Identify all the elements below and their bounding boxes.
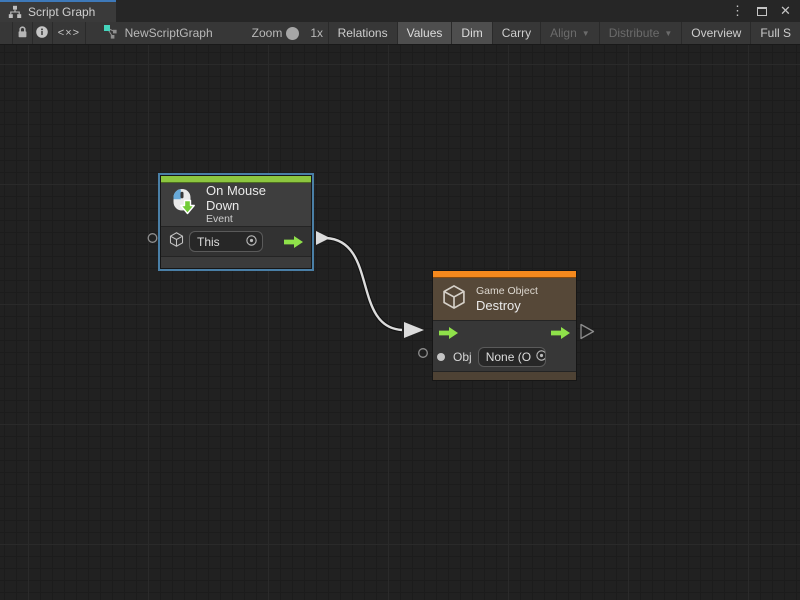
destroy-obj-port[interactable] (419, 349, 428, 358)
node-flow-row (433, 320, 576, 345)
graph-info-section: NewScriptGraph Zoom 1x (86, 22, 328, 44)
code-icon: <×> (58, 27, 80, 39)
tab-strip: Script Graph ⋮ ✕ (0, 0, 800, 22)
close-icon[interactable]: ✕ (777, 2, 794, 20)
maximize-icon[interactable] (753, 2, 770, 20)
graph-hierarchy-icon (8, 5, 22, 19)
object-picker-icon[interactable] (535, 349, 546, 365)
node-title: On Mouse Down (206, 183, 301, 213)
node-subtitle: Event (206, 213, 301, 226)
mouse-down-icon (168, 187, 198, 222)
zoom-slider-handle[interactable] (286, 27, 299, 40)
connection-start-arrow (316, 231, 330, 245)
chevron-down-icon: ▼ (664, 29, 672, 38)
destroy-output-stub[interactable] (581, 325, 594, 339)
node-accent-strip (161, 176, 311, 183)
flow-input-arrow[interactable] (439, 327, 458, 339)
game-object-cube-icon (440, 283, 468, 316)
graph-canvas[interactable]: On Mouse Down Event This (0, 45, 800, 600)
zoom-label: Zoom (252, 26, 283, 40)
node-category: Game Object (476, 285, 538, 298)
graph-name-label: NewScriptGraph (125, 26, 213, 40)
node-header[interactable]: On Mouse Down Event (161, 183, 311, 226)
node-header[interactable]: Game Object Destroy (433, 278, 576, 320)
distribute-dropdown[interactable]: Distribute ▼ (599, 22, 682, 44)
carry-button[interactable]: Carry (492, 22, 540, 44)
node-destroy[interactable]: Game Object Destroy Obj None (O (432, 270, 577, 381)
zoom-value: 1x (310, 26, 323, 40)
info-icon (35, 25, 49, 42)
toolbar-buttons: Relations Values Dim Carry Align ▼ Distr… (328, 22, 800, 44)
chevron-down-icon: ▼ (582, 29, 590, 38)
obj-port-label: Obj (453, 350, 472, 364)
game-object-cube-icon (168, 231, 185, 253)
edit-source-button[interactable]: <×> (53, 22, 85, 44)
relations-button[interactable]: Relations (328, 22, 397, 44)
flow-output-arrow[interactable] (551, 327, 570, 339)
node-title: Destroy (476, 298, 538, 313)
menu-icon[interactable]: ⋮ (729, 2, 746, 20)
value-port-dot[interactable] (437, 353, 445, 361)
connection-end-arrow (404, 322, 424, 338)
connection-layer (0, 45, 800, 600)
toolbar-spacer (0, 22, 13, 44)
overview-button[interactable]: Overview (681, 22, 750, 44)
target-input-field[interactable]: This (189, 231, 263, 252)
node-footer (161, 256, 311, 268)
graph-toolbar: <×> NewScriptGraph Zoom 1x Relations Val… (0, 22, 800, 45)
align-dropdown[interactable]: Align ▼ (540, 22, 599, 44)
values-button[interactable]: Values (397, 22, 452, 44)
node-footer (433, 371, 576, 380)
lock-icon (16, 25, 29, 42)
tab-script-graph[interactable]: Script Graph (0, 0, 116, 22)
fullscreen-button[interactable]: Full S (750, 22, 800, 44)
obj-input-field[interactable]: None (O (478, 347, 546, 367)
info-button[interactable] (33, 22, 54, 44)
flow-output-arrow[interactable] (284, 236, 303, 248)
mousedown-target-port[interactable] (148, 234, 157, 243)
node-accent-strip (433, 271, 576, 278)
dim-button[interactable]: Dim (451, 22, 491, 44)
object-picker-icon[interactable] (245, 234, 258, 250)
window-controls: ⋮ ✕ (729, 0, 800, 22)
node-on-mouse-down[interactable]: On Mouse Down Event This (160, 175, 312, 269)
node-port-row: Obj None (O (433, 345, 576, 371)
script-graph-icon (103, 24, 118, 42)
node-port-row: This (161, 226, 311, 256)
lock-button[interactable] (13, 22, 33, 44)
flow-connection[interactable] (316, 231, 424, 338)
tab-title: Script Graph (28, 5, 95, 19)
